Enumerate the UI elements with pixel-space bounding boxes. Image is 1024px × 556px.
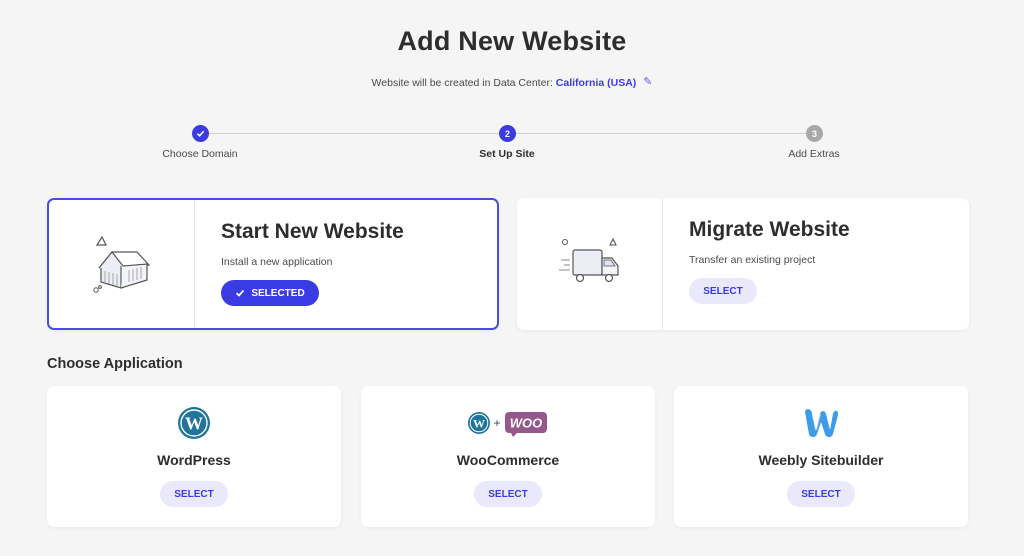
- svg-text:+: +: [493, 416, 500, 430]
- house-illustration: [49, 200, 195, 328]
- wordpress-card[interactable]: W WordPress SELECT: [47, 386, 341, 527]
- step-3-indicator: 3: [806, 125, 823, 142]
- migrate-select-button[interactable]: SELECT: [689, 278, 757, 304]
- svg-text:W: W: [473, 417, 485, 431]
- stepper: Choose Domain 2 Set Up Site 3 Add Extras: [0, 124, 1024, 164]
- svg-text:W: W: [185, 414, 203, 434]
- pencil-icon[interactable]: ✎: [643, 75, 652, 88]
- svg-text:WOO: WOO: [510, 416, 543, 431]
- wordpress-select-button[interactable]: SELECT: [160, 481, 228, 507]
- choose-application-heading: Choose Application: [47, 356, 183, 372]
- migrate-website-title: Migrate Website: [689, 218, 850, 241]
- weebly-card[interactable]: Weebly Sitebuilder SELECT: [674, 386, 968, 527]
- step-label-choose-domain: Choose Domain: [162, 148, 238, 160]
- migrate-website-card[interactable]: Migrate Website Transfer an existing pro…: [517, 198, 969, 330]
- woocommerce-card[interactable]: W + WOO WooCommerce SELECT: [361, 386, 655, 527]
- start-new-website-title: Start New Website: [221, 220, 404, 243]
- step-connector: [209, 133, 499, 134]
- wordpress-name: WordPress: [157, 452, 231, 468]
- woocommerce-select-button[interactable]: SELECT: [474, 481, 542, 507]
- migrate-website-description: Transfer an existing project: [689, 254, 816, 266]
- start-new-website-description: Install a new application: [221, 256, 333, 268]
- check-icon: [236, 289, 245, 297]
- wordpress-icon: W: [47, 406, 341, 440]
- weebly-select-button[interactable]: SELECT: [787, 481, 855, 507]
- data-center-line: Website will be created in Data Center: …: [0, 76, 1024, 89]
- selected-button[interactable]: SELECTED: [221, 280, 319, 306]
- woocommerce-icon: W + WOO: [361, 406, 655, 440]
- step-2-indicator: 2: [499, 125, 516, 142]
- truck-icon: [559, 237, 619, 283]
- page-title: Add New Website: [397, 26, 627, 56]
- start-new-website-card[interactable]: Start New Website Install a new applicat…: [47, 198, 499, 330]
- truck-illustration: [517, 198, 663, 330]
- selected-button-label: SELECTED: [251, 287, 305, 299]
- data-center-link[interactable]: California (USA): [556, 77, 637, 89]
- step-1-check-icon: [192, 125, 209, 142]
- weebly-name: Weebly Sitebuilder: [758, 452, 884, 468]
- step-label-set-up-site: Set Up Site: [479, 148, 535, 160]
- woocommerce-name: WooCommerce: [456, 452, 560, 468]
- step-label-add-extras: Add Extras: [788, 148, 840, 160]
- step-connector: [516, 133, 806, 134]
- house-icon: [93, 235, 151, 293]
- weebly-icon: [674, 406, 968, 440]
- data-center-prefix: Website will be created in Data Center:: [371, 77, 553, 89]
